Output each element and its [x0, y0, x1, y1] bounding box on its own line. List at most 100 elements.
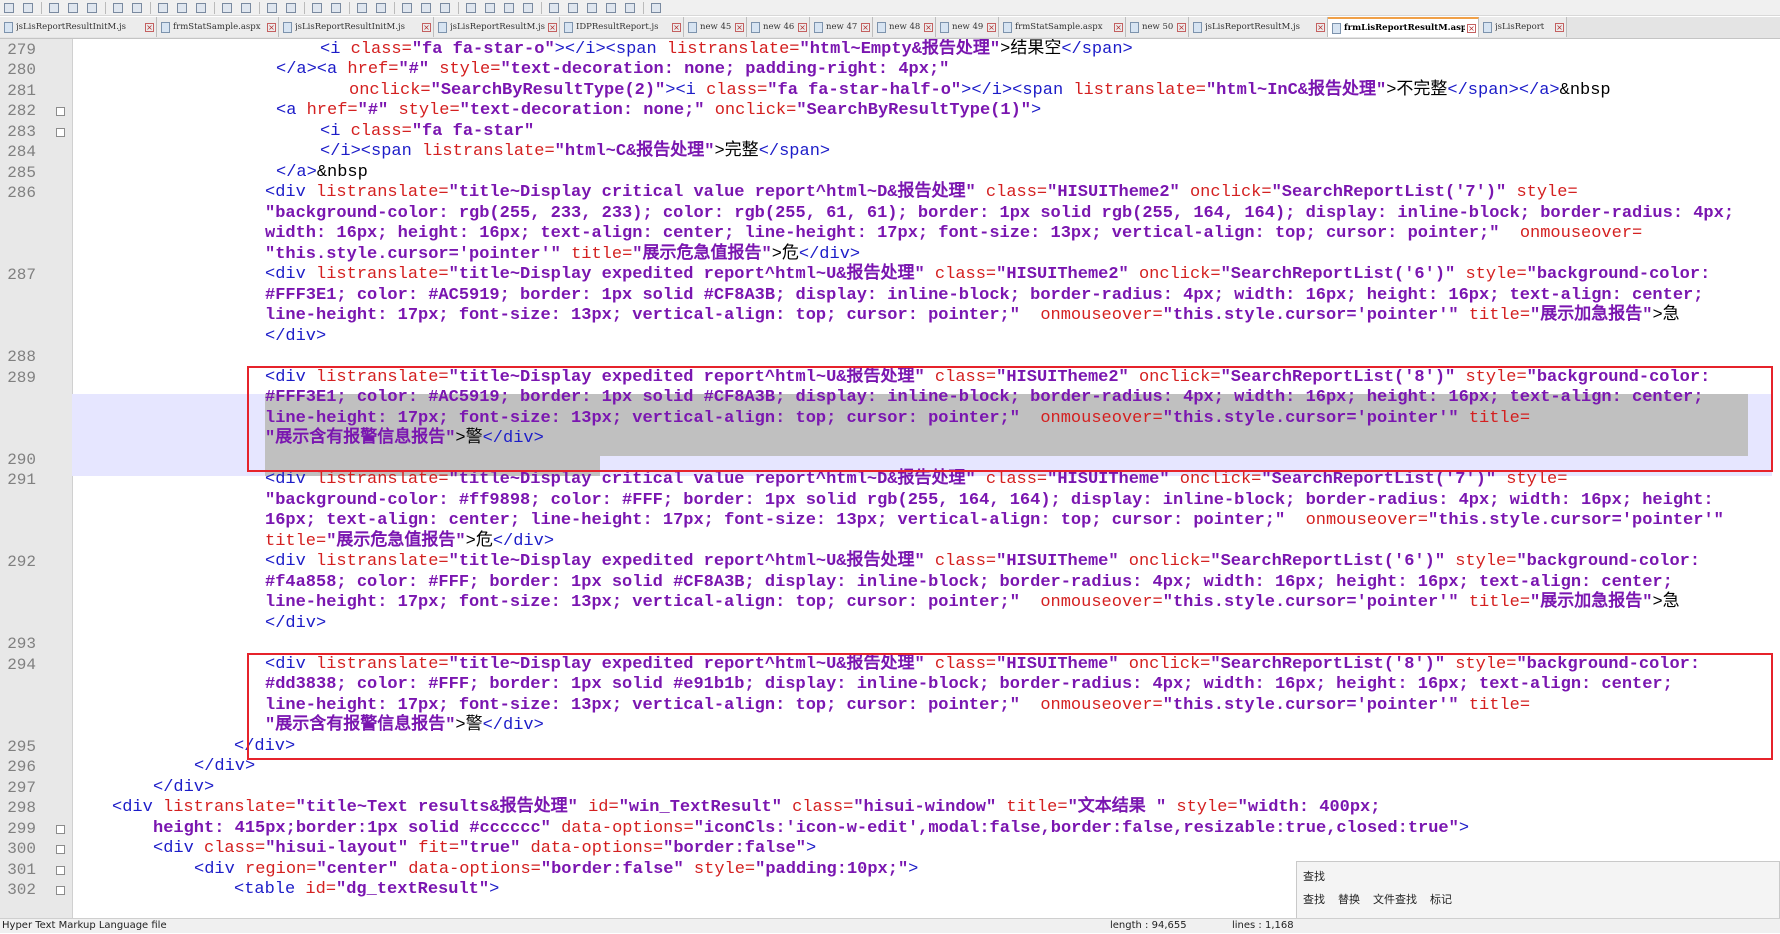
file-tab[interactable]: new 47 ×	[810, 17, 873, 37]
code-line[interactable]: 297 </div>	[0, 778, 1780, 799]
tab-find-in-files[interactable]: 文件查找	[1373, 891, 1426, 910]
code-line[interactable]: 296 </div>	[0, 757, 1780, 778]
code-line[interactable]: 280 </a><a href="#" style="text-decoratio…	[0, 60, 1780, 81]
tab-mark[interactable]: 标记	[1430, 891, 1461, 910]
udl-icon[interactable]	[438, 2, 452, 14]
code-line[interactable]: 284 </i><span listranslate="html~C&报告处理">…	[0, 142, 1780, 163]
new-file-icon[interactable]	[2, 2, 16, 14]
fold-marker-icon[interactable]	[56, 107, 65, 116]
close-tab-icon[interactable]: ×	[735, 22, 744, 32]
record-macro-icon[interactable]	[547, 2, 561, 14]
close-tab-icon[interactable]: ×	[548, 22, 557, 32]
code-line[interactable]: 287 <div listranslate="title~Display expe…	[0, 265, 1780, 286]
undo-icon[interactable]	[220, 2, 234, 14]
run-macro-multiple-icon[interactable]	[604, 2, 618, 14]
code-line[interactable]: 288	[0, 347, 1780, 368]
close-file-icon[interactable]	[85, 2, 99, 14]
save-all-icon[interactable]	[66, 2, 80, 14]
fold-marker-icon[interactable]	[56, 865, 65, 875]
file-tab[interactable]: new 50 ×	[1126, 17, 1189, 37]
file-tab[interactable]: frmStatSample.aspx ×	[157, 17, 279, 37]
code-line[interactable]: 279 <i class="fa fa-star-o"></i><span lis…	[0, 40, 1780, 61]
fold-marker-icon[interactable]	[56, 127, 65, 137]
file-tab[interactable]: jsLisReportResultInitM.js ×	[279, 17, 434, 37]
close-tab-icon[interactable]: ×	[861, 22, 870, 32]
tab-find[interactable]: 查找	[1303, 891, 1334, 910]
close-tab-icon[interactable]: ×	[1177, 22, 1186, 32]
code-line[interactable]: #FFF3E1; color: #AC5919; border: 1px sol…	[0, 286, 1780, 307]
fold-marker-icon[interactable]	[56, 845, 65, 854]
close-tab-icon[interactable]: ×	[267, 22, 276, 32]
cut-icon[interactable]	[156, 2, 170, 14]
file-tab[interactable]: IDPResultReport.js ×	[560, 17, 684, 37]
zoom-in-icon[interactable]	[310, 2, 324, 14]
file-tab[interactable]: frmStatSample.aspx ×	[999, 17, 1126, 37]
close-tab-icon[interactable]: ×	[798, 22, 807, 32]
code-line[interactable]: #f4a858; color: #FFF; border: 1px solid …	[0, 573, 1780, 594]
code-line[interactable]: 16px; text-align: center; line-height: 1…	[0, 511, 1780, 532]
indent-guide-icon[interactable]	[419, 2, 433, 14]
file-tab[interactable]: new 45 ×	[684, 17, 747, 37]
close-tab-icon[interactable]: ×	[1467, 23, 1476, 33]
file-tab[interactable]: jsLisReportResultInitM.js ×	[0, 17, 157, 37]
file-tab[interactable]: frmLisReportResultM.aspx ×	[1328, 17, 1479, 37]
close-all-icon[interactable]	[111, 2, 125, 14]
code-line[interactable]: 286 <div listranslate="title~Display crit…	[0, 183, 1780, 204]
file-tab[interactable]: new 48 ×	[873, 17, 936, 37]
sync-scroll-icon[interactable]	[355, 2, 369, 14]
code-line[interactable]: 298 <div listranslate="title~Text results…	[0, 798, 1780, 819]
close-tab-icon[interactable]: ×	[672, 22, 681, 32]
monitor-icon[interactable]	[521, 2, 535, 14]
paste-icon[interactable]	[194, 2, 208, 14]
fold-marker-icon[interactable]	[56, 824, 65, 834]
close-tab-icon[interactable]: ×	[1114, 22, 1123, 32]
code-line[interactable]: </div>	[0, 327, 1780, 348]
doc-map-icon[interactable]	[464, 2, 478, 14]
code-line[interactable]: 291 <div listranslate="title~Display crit…	[0, 470, 1780, 491]
fold-marker-icon[interactable]	[56, 886, 65, 895]
close-tab-icon[interactable]: ×	[422, 22, 431, 32]
replace-icon[interactable]	[284, 2, 298, 14]
folder-as-workspace-icon[interactable]	[502, 2, 516, 14]
code-editor[interactable]: 279 <i class="fa fa-star-o"></i><span lis…	[0, 39, 1780, 918]
file-tab[interactable]: jsLisReportResultM.js ×	[1189, 17, 1328, 37]
code-line[interactable]: width: 16px; height: 16px; text-align: c…	[0, 224, 1780, 245]
close-tab-icon[interactable]: ×	[1555, 22, 1564, 32]
function-list-icon[interactable]	[483, 2, 497, 14]
code-line[interactable]: 300 <div class="hisui-layout" fit="true" …	[0, 839, 1780, 860]
stop-record-icon[interactable]	[566, 2, 580, 14]
code-line[interactable]: "background-color: #ff9898; color: #FFF;…	[0, 491, 1780, 512]
file-tab[interactable]: jsLisReportResultM.js ×	[434, 17, 560, 37]
code-line[interactable]: line-height: 17px; font-size: 13px; vert…	[0, 593, 1780, 614]
playback-macro-icon[interactable]	[585, 2, 599, 14]
code-line[interactable]: 281 onclick="SearchByResultType(2)"><i cl…	[0, 81, 1780, 102]
close-tab-icon[interactable]: ×	[145, 22, 154, 32]
save-file-icon[interactable]	[47, 2, 61, 14]
code-line[interactable]: title="展示危急值报告">危</div>	[0, 532, 1780, 553]
code-line[interactable]: "background-color: rgb(255, 233, 233); c…	[0, 204, 1780, 225]
close-tab-icon[interactable]: ×	[924, 22, 933, 32]
close-tab-icon[interactable]: ×	[987, 22, 996, 32]
code-line[interactable]: 282 <a href="#" style="text-decoration: n…	[0, 101, 1780, 122]
print-icon[interactable]	[130, 2, 144, 14]
spell-check-icon[interactable]	[649, 2, 663, 14]
code-line[interactable]: 283 <i class="fa fa-star"	[0, 122, 1780, 143]
file-tab[interactable]: jsLisReport ×	[1479, 17, 1567, 37]
code-line[interactable]: line-height: 17px; font-size: 13px; vert…	[0, 306, 1780, 327]
code-line[interactable]: 292 <div listranslate="title~Display expe…	[0, 552, 1780, 573]
file-tab[interactable]: new 46 ×	[747, 17, 810, 37]
find-icon[interactable]	[265, 2, 279, 14]
code-line[interactable]: 293	[0, 634, 1780, 655]
save-macro-icon[interactable]	[623, 2, 637, 14]
word-wrap-icon[interactable]	[374, 2, 388, 14]
zoom-out-icon[interactable]	[329, 2, 343, 14]
close-tab-icon[interactable]: ×	[1316, 22, 1325, 32]
show-all-chars-icon[interactable]	[400, 2, 414, 14]
copy-icon[interactable]	[175, 2, 189, 14]
code-line[interactable]: 299 height: 415px;border:1px solid #ccccc…	[0, 819, 1780, 840]
tab-replace[interactable]: 替换	[1338, 891, 1369, 910]
code-line[interactable]: 285 </a>&nbsp	[0, 163, 1780, 184]
redo-icon[interactable]	[239, 2, 253, 14]
file-tab[interactable]: new 49 ×	[936, 17, 999, 37]
open-file-icon[interactable]	[21, 2, 35, 14]
